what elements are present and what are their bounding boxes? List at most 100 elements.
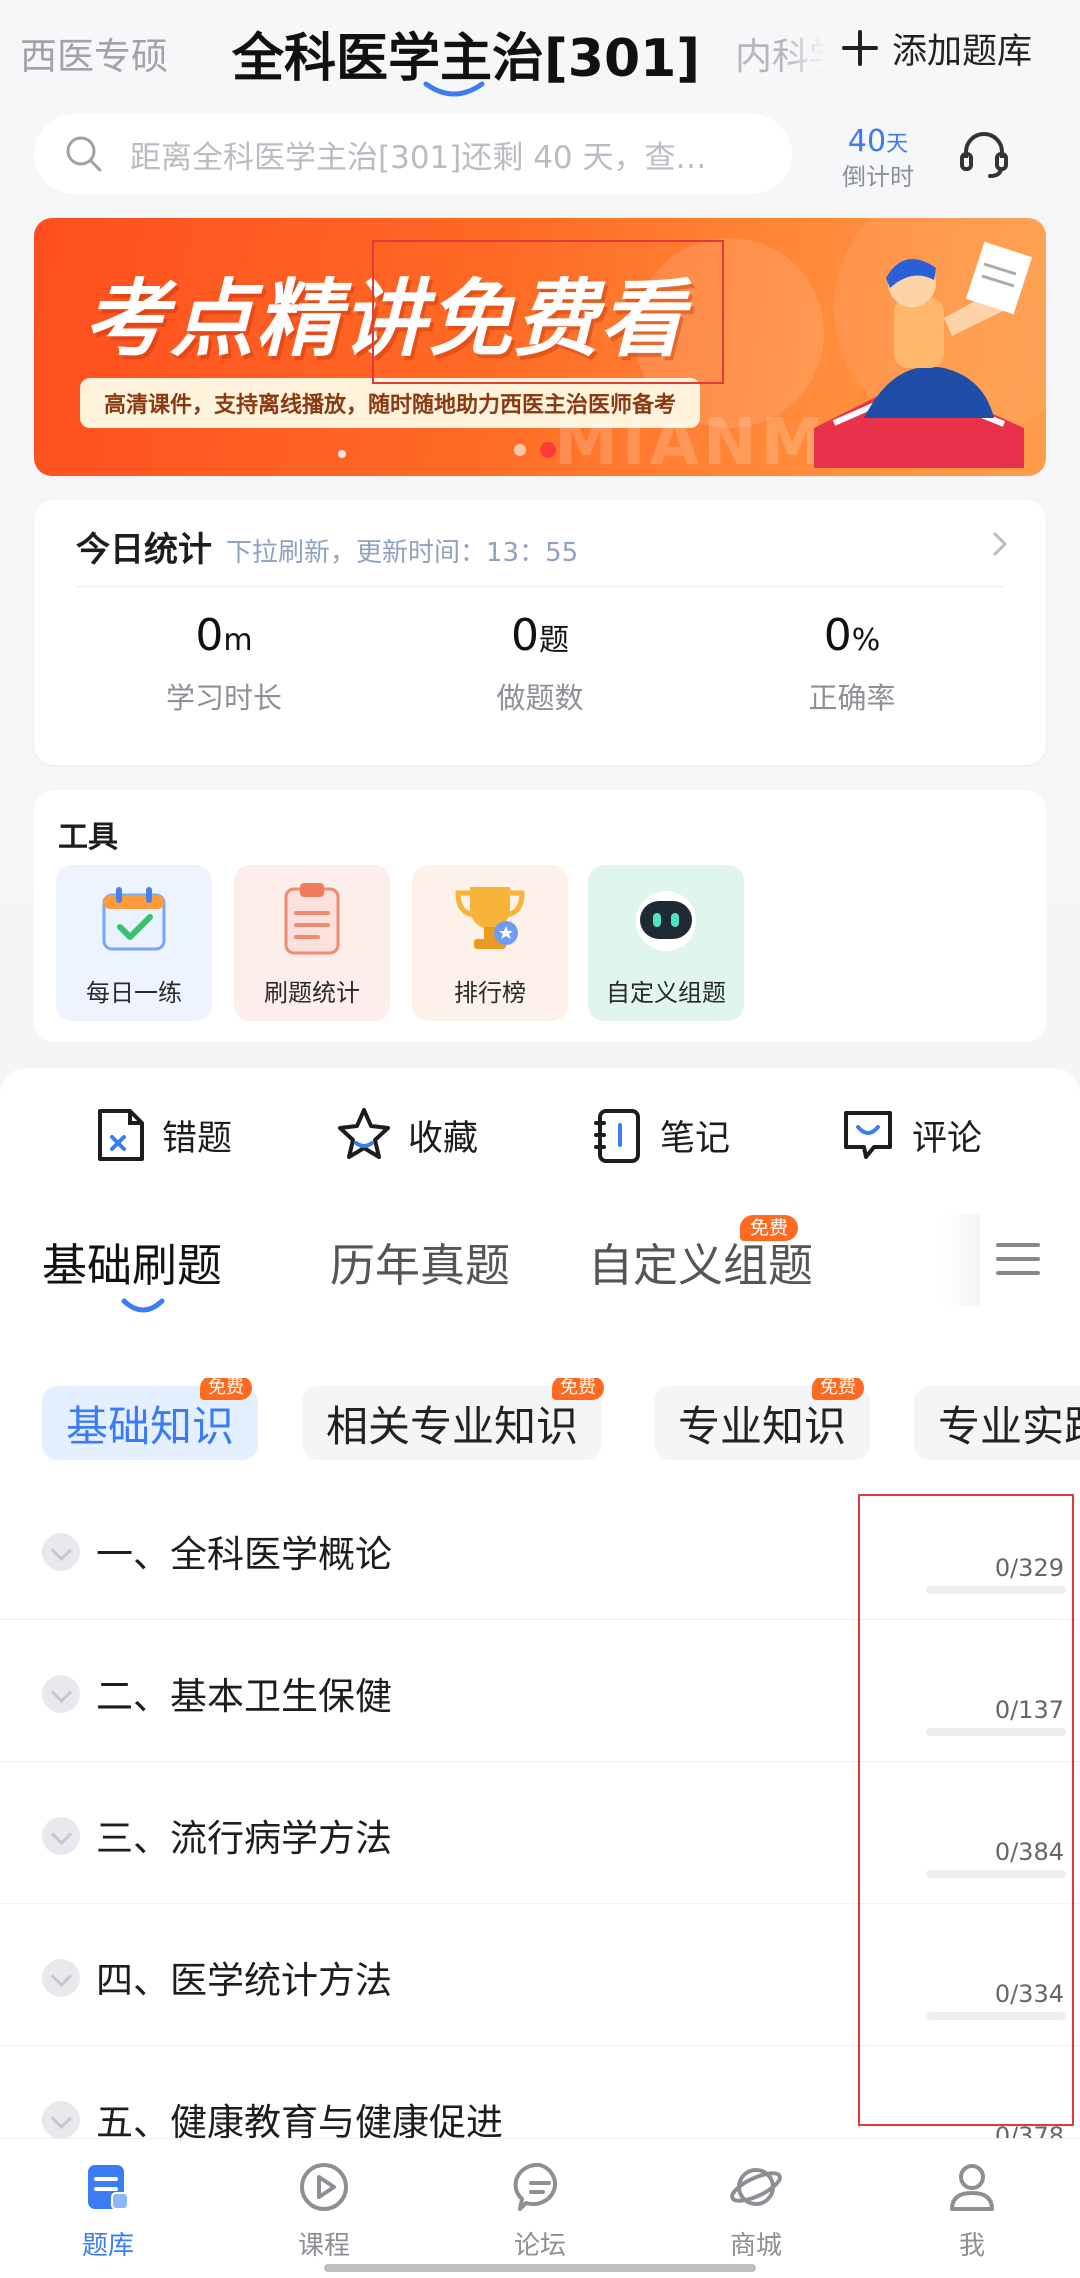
stats-refresh-hint: 下拉刷新，更新时间：13：55 <box>226 538 579 568</box>
countdown-label: 倒计时 <box>842 163 914 191</box>
stat-unit: m <box>223 623 253 658</box>
annotation-box <box>858 1494 1074 2126</box>
countdown-days: 40 <box>847 124 887 159</box>
tools-title: 工具 <box>58 820 118 855</box>
play-circle-icon <box>300 2163 348 2211</box>
nav-forum[interactable]: 论坛 <box>460 2159 620 2262</box>
wrong-questions-button[interactable]: 错题 <box>92 1100 232 1170</box>
free-badge: 免费 <box>552 1378 604 1400</box>
nav-label: 论坛 <box>513 2231 566 2261</box>
stats-title: 今日统计 <box>76 530 212 570</box>
tool-label: 刷题统计 <box>264 979 360 1007</box>
practice-type-tabs: 基础刷题 历年真题 自定义组题 免费 <box>0 1205 1080 1315</box>
comment-icon <box>844 1111 892 1159</box>
search-input[interactable]: 距离全科医学主治[301]还剩 40 天，查… <box>34 114 792 194</box>
nav-label: 课程 <box>297 2231 350 2261</box>
menu-icon[interactable] <box>994 1235 1042 1283</box>
annotation-box <box>372 240 724 384</box>
tool-label: 自定义组题 <box>606 979 726 1007</box>
favorites-button[interactable]: 收藏 <box>334 1100 478 1170</box>
search-icon <box>66 136 102 172</box>
banner-page-dot[interactable] <box>514 444 526 456</box>
chip-professional-practice[interactable]: 专业实践能力 <box>914 1386 1080 1460</box>
chat-bubble-icon <box>513 2162 558 2211</box>
stat-accuracy: 0% 正确率 <box>732 610 972 717</box>
tab-xiyi-zhuanshuo[interactable]: 西医专硕 <box>20 26 168 80</box>
chevron-down-icon[interactable] <box>42 1533 80 1571</box>
active-tab-indicator <box>423 81 485 97</box>
tabs-scroll-fade <box>940 1215 980 1305</box>
nav-mall[interactable]: 商城 <box>676 2159 836 2262</box>
add-library-label: 添加题库 <box>892 31 1033 72</box>
quick-label: 评论 <box>912 1118 983 1159</box>
tool-label: 排行榜 <box>454 979 526 1007</box>
home-indicator <box>324 2264 756 2272</box>
quick-label: 收藏 <box>408 1118 479 1159</box>
active-tab-indicator <box>121 1298 165 1313</box>
chapter-title: 二、基本卫生保健 <box>96 1675 392 1718</box>
tool-leaderboard[interactable]: 排行榜 <box>412 865 568 1021</box>
chevron-down-icon[interactable] <box>42 2101 80 2139</box>
wrong-note-icon <box>98 1109 144 1161</box>
search-placeholder: 距离全科医学主治[301]还剩 40 天，查… <box>130 139 707 176</box>
tool-daily-practice[interactable]: 每日一练 <box>56 865 212 1021</box>
subject-chips: 基础知识 免费 相关专业知识 免费 专业知识 免费 专业实践能力 <box>0 1378 1080 1462</box>
countdown-widget[interactable]: 40天 倒计时 <box>830 124 926 192</box>
person-icon <box>950 2164 994 2211</box>
quick-label: 错题 <box>162 1118 233 1159</box>
chapter-title: 一、全科医学概论 <box>96 1533 392 1576</box>
comments-button[interactable]: 评论 <box>838 1100 982 1170</box>
tool-practice-stats[interactable]: 刷题统计 <box>234 865 390 1021</box>
divider <box>76 586 1004 587</box>
exam-tabs: 西医专硕 全科医学主治[301] 内科学 添加题库 <box>0 0 1080 100</box>
chevron-down-icon[interactable] <box>42 1817 80 1855</box>
plus-icon <box>838 26 882 70</box>
free-badge: 免费 <box>740 1215 799 1241</box>
trophy-icon <box>455 887 525 949</box>
robot-icon <box>636 891 696 951</box>
stat-question-count: 0题 做题数 <box>420 610 660 717</box>
free-badge: 免费 <box>812 1378 864 1400</box>
notebook-icon <box>594 1109 640 1163</box>
notes-button[interactable]: 笔记 <box>590 1100 730 1170</box>
banner-pagination <box>514 442 556 458</box>
tab-basic-practice[interactable]: 基础刷题 <box>42 1229 222 1294</box>
quick-label: 笔记 <box>660 1118 731 1159</box>
clipboard-icon <box>284 883 340 955</box>
bottom-nav: 题库 课程 论坛 商城 我 <box>0 2138 1080 2278</box>
nav-question-bank[interactable]: 题库 <box>28 2159 188 2262</box>
tool-label: 每日一练 <box>86 979 182 1007</box>
chevron-down-icon[interactable] <box>42 1959 80 1997</box>
today-stats-card[interactable]: 今日统计 下拉刷新，更新时间：13：55 0m 学习时长 0题 做题数 0% 正… <box>34 500 1046 765</box>
nav-label: 题库 <box>81 2231 134 2261</box>
stat-label: 学习时长 <box>165 681 282 715</box>
stat-unit: 题 <box>539 623 569 658</box>
nav-label: 商城 <box>729 2231 782 2261</box>
tools-card: 工具 每日一练 刷题统计 排行榜 自定义组题 <box>34 790 1046 1042</box>
stat-unit: % <box>851 623 881 658</box>
countdown-unit: 天 <box>886 132 909 157</box>
banner-page-dot-active[interactable] <box>540 442 556 458</box>
tab-past-exams[interactable]: 历年真题 <box>330 1229 510 1294</box>
add-library-button[interactable]: 添加题库 <box>838 22 1032 74</box>
calendar-check-icon <box>102 887 166 951</box>
chapter-title: 三、流行病学方法 <box>96 1817 392 1860</box>
star-icon <box>338 1108 390 1159</box>
banner-page-dot <box>338 450 346 458</box>
nav-label: 我 <box>958 2231 985 2261</box>
tab-neike[interactable]: 内科学 <box>735 26 825 80</box>
nav-courses[interactable]: 课程 <box>244 2159 404 2262</box>
chevron-right-icon[interactable] <box>990 530 1010 558</box>
tool-custom-quiz[interactable]: 自定义组题 <box>588 865 744 1021</box>
stat-value: 0 <box>195 610 224 661</box>
chevron-down-icon[interactable] <box>42 1675 80 1713</box>
stat-value: 0 <box>823 610 852 661</box>
nav-me[interactable]: 我 <box>892 2159 1052 2262</box>
reading-student-illustration <box>814 241 1033 468</box>
question-bank-icon <box>88 2165 129 2210</box>
free-badge: 免费 <box>200 1378 252 1400</box>
stat-study-time: 0m 学习时长 <box>104 610 344 717</box>
planet-icon <box>730 2168 782 2206</box>
headset-icon[interactable] <box>956 126 1012 182</box>
stat-value: 0 <box>511 610 539 661</box>
